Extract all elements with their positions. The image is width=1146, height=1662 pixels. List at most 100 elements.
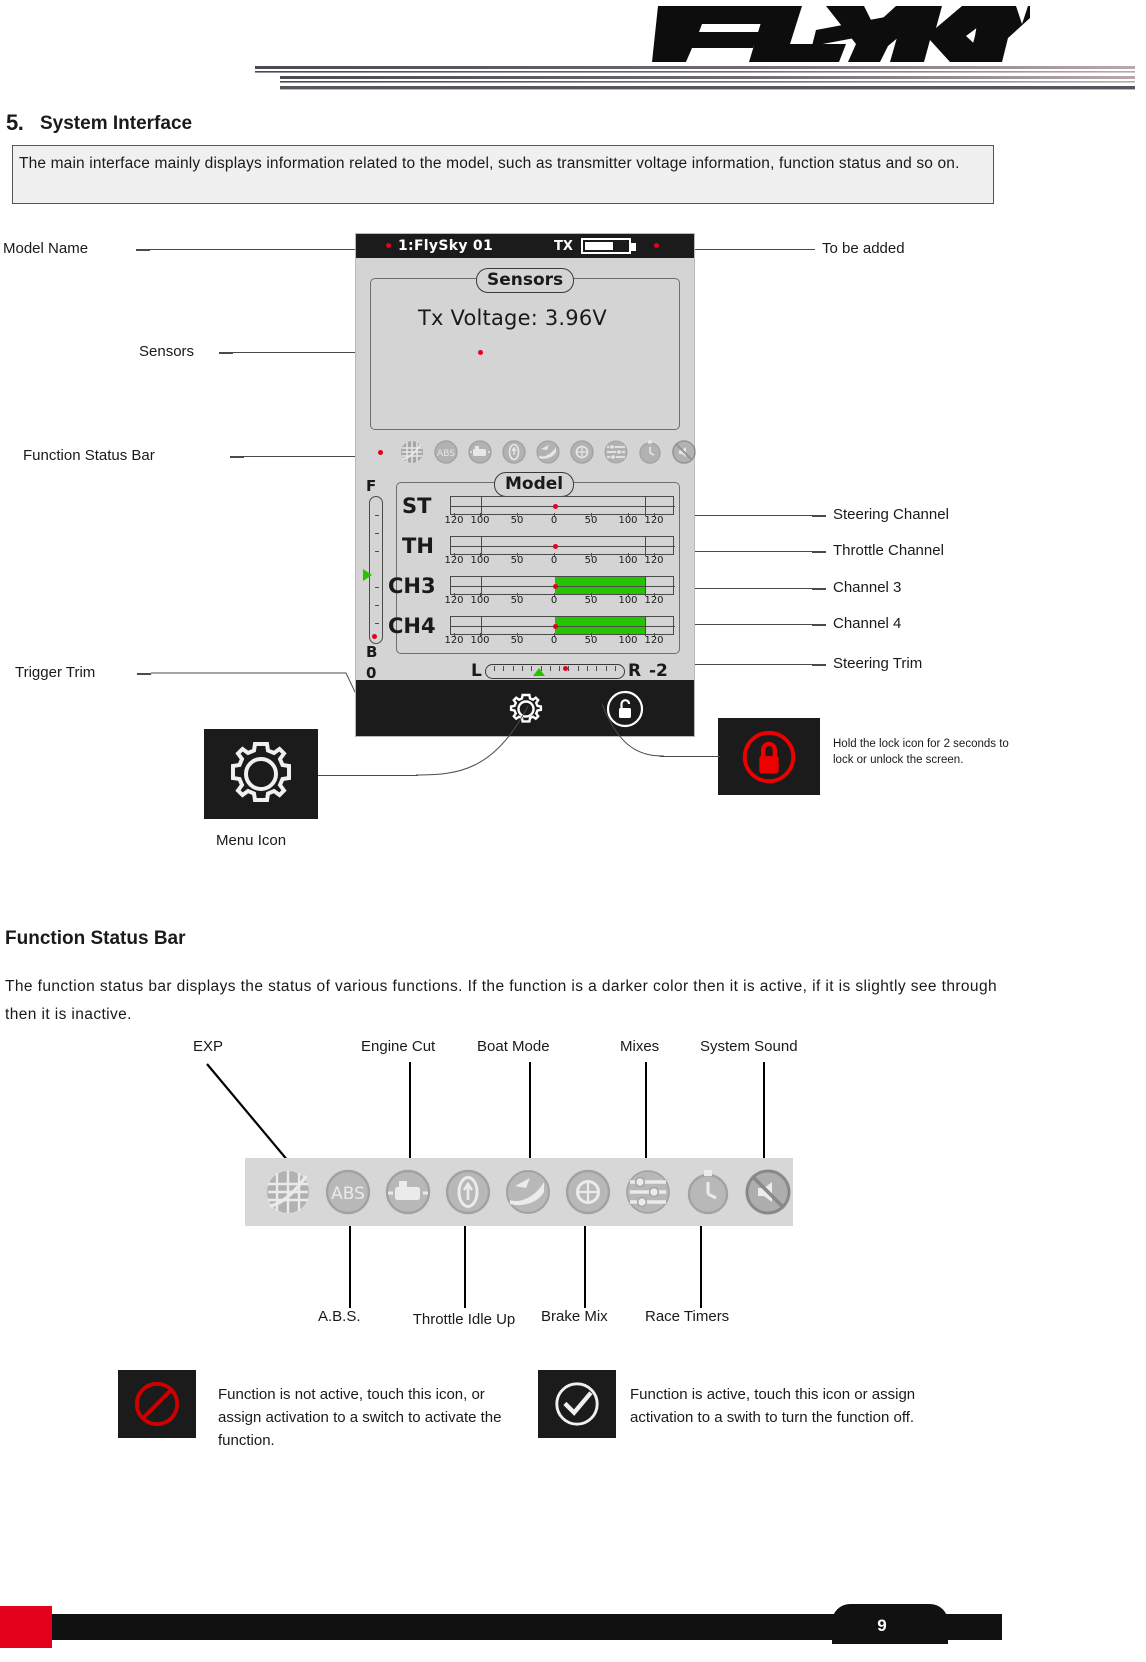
label-mixes: Mixes xyxy=(620,1038,660,1055)
system-sound-icon[interactable] xyxy=(743,1167,793,1217)
callout-throttle-channel: Throttle Channel xyxy=(833,542,944,559)
function-status-bar-heading: Function Status Bar xyxy=(5,928,186,949)
flysky-logo xyxy=(650,2,1030,64)
callout-steering-trim-dash xyxy=(812,664,826,666)
header-rules xyxy=(175,66,1135,92)
steering-trim-slider[interactable] xyxy=(485,664,625,679)
label-exp: EXP xyxy=(193,1038,224,1055)
callout-steering-trim: Steering Trim xyxy=(833,655,923,672)
throttle-idle-up-icon[interactable] xyxy=(501,439,527,465)
callout-steering-trim-leader xyxy=(690,664,814,665)
callout-channel-3-leader xyxy=(690,588,814,589)
throttle-idle-up-icon[interactable] xyxy=(443,1167,493,1217)
channel-tick-label: 100 xyxy=(470,595,490,606)
callout-throttle-channel-leader xyxy=(690,551,814,552)
svg-text:ABS: ABS xyxy=(331,1184,365,1204)
channel-tick-label: 100 xyxy=(470,635,490,646)
gear-icon[interactable] xyxy=(223,736,299,812)
channel-label: ST xyxy=(402,494,432,518)
channel-tick-label: 50 xyxy=(510,595,524,606)
function-status-bar-enlarged[interactable]: ABS xyxy=(245,1158,793,1226)
anchor-dot-model-name xyxy=(386,243,391,248)
abs-icon[interactable]: ABS xyxy=(323,1167,373,1217)
exp-icon[interactable] xyxy=(263,1167,313,1217)
callout-trigger-trim-leader xyxy=(151,660,367,716)
channel-value-marker xyxy=(553,544,558,549)
mixes-icon[interactable] xyxy=(603,439,629,465)
engine-cut-icon[interactable] xyxy=(383,1167,433,1217)
race-timers-icon[interactable] xyxy=(637,439,663,465)
channel-label: TH xyxy=(402,534,434,558)
channel-tick-label: 120 xyxy=(444,595,464,606)
exp-icon[interactable] xyxy=(399,439,425,465)
channel-tick-label: 120 xyxy=(644,595,664,606)
page-number: 9 xyxy=(877,1616,887,1635)
callout-channel-4-dash xyxy=(812,624,826,626)
callout-channel-3: Channel 3 xyxy=(833,579,902,596)
leader-race-timers xyxy=(700,1226,702,1308)
menu-icon-enlarged[interactable] xyxy=(204,729,318,819)
label-brake-mix: Brake Mix xyxy=(541,1308,608,1325)
trigger-trim-slider[interactable] xyxy=(363,496,383,644)
channel-tick-label: 0 xyxy=(550,555,558,566)
channel-label: CH4 xyxy=(388,614,436,638)
race-timers-icon[interactable] xyxy=(683,1167,733,1217)
channel-row-ch4[interactable]: CH4 120 100 50 0 50 100 120 xyxy=(388,614,675,654)
sensors-panel[interactable] xyxy=(370,278,680,430)
lcd-status-bar: 1:FlySky 01 TX xyxy=(356,234,694,258)
callout-model-name-leader xyxy=(150,249,388,250)
boat-mode-icon[interactable] xyxy=(535,439,561,465)
steering-trim-right-label: R xyxy=(628,661,642,681)
channel-tick-label: 100 xyxy=(618,555,638,566)
boat-mode-icon[interactable] xyxy=(503,1167,553,1217)
lcd-function-status-bar[interactable]: ABS xyxy=(381,439,696,465)
channel-tick-label: 100 xyxy=(618,515,638,526)
legend-inactive-text: Function is not active, touch this icon,… xyxy=(218,1386,502,1449)
engine-cut-icon[interactable] xyxy=(467,439,493,465)
page-title: System Interface xyxy=(40,113,193,134)
model-panel-title: Model xyxy=(494,472,575,497)
channel-tick-label: 0 xyxy=(550,595,558,606)
anchor-dot-sensors xyxy=(478,350,483,355)
function-status-bar-description: The function status bar displays the sta… xyxy=(5,978,997,1023)
channel-tick-label: 50 xyxy=(510,515,524,526)
channel-row-th[interactable]: TH 120 100 50 0 50 100 120 xyxy=(402,534,675,574)
channel-tick-label: 50 xyxy=(584,635,598,646)
channel-row-st[interactable]: ST 120 100 50 0 50 100 120 xyxy=(402,494,675,534)
system-sound-icon[interactable] xyxy=(671,439,697,465)
channel-tick-scale: 120 100 50 0 50 100 120 xyxy=(444,593,674,608)
callout-channel-4-leader xyxy=(690,624,814,625)
transmitter-lcd-screen: 1:FlySky 01 TX Sensors Tx Voltage: 3.96V… xyxy=(356,234,696,736)
channel-row-ch3[interactable]: CH3 120 100 50 0 50 100 120 xyxy=(388,574,675,614)
channel-tick-label: 50 xyxy=(510,555,524,566)
callout-fsb-dash xyxy=(230,456,244,458)
trigger-trim-marker xyxy=(363,569,372,581)
battery-icon xyxy=(581,238,636,254)
channel-value-marker xyxy=(553,624,558,629)
lock-icon-leader-h xyxy=(660,756,720,757)
channel-tick-label: 50 xyxy=(584,595,598,606)
lock-icon-enlarged[interactable] xyxy=(718,718,820,795)
steering-trim-marker xyxy=(533,668,545,676)
channel-tick-scale: 120 100 50 0 50 100 120 xyxy=(444,633,674,648)
lock-icon[interactable] xyxy=(738,726,800,788)
callout-steering-channel-dash xyxy=(812,515,826,517)
channel-value-marker xyxy=(553,584,558,589)
abs-icon[interactable]: ABS xyxy=(433,439,459,465)
legend-inactive-box xyxy=(118,1370,196,1438)
lcd-model-name[interactable]: 1:FlySky 01 xyxy=(398,238,493,254)
callout-sensors: Sensors xyxy=(139,343,195,360)
channel-tick-label: 0 xyxy=(550,515,558,526)
channel-tick-scale: 120 100 50 0 50 100 120 xyxy=(444,553,674,568)
channel-tick-label: 50 xyxy=(584,555,598,566)
callout-channel-4: Channel 4 xyxy=(833,615,902,632)
leader-abs xyxy=(349,1226,351,1308)
channel-tick-label: 120 xyxy=(644,555,664,566)
trigger-trim-forward-label: F xyxy=(366,477,377,495)
brake-mix-icon[interactable] xyxy=(569,439,595,465)
channel-tick-label: 100 xyxy=(618,635,638,646)
tx-voltage-reading: Tx Voltage: 3.96V xyxy=(418,306,607,330)
mixes-icon[interactable] xyxy=(623,1167,673,1217)
brake-mix-icon[interactable] xyxy=(563,1167,613,1217)
menu-icon-leader-curve xyxy=(415,700,536,778)
